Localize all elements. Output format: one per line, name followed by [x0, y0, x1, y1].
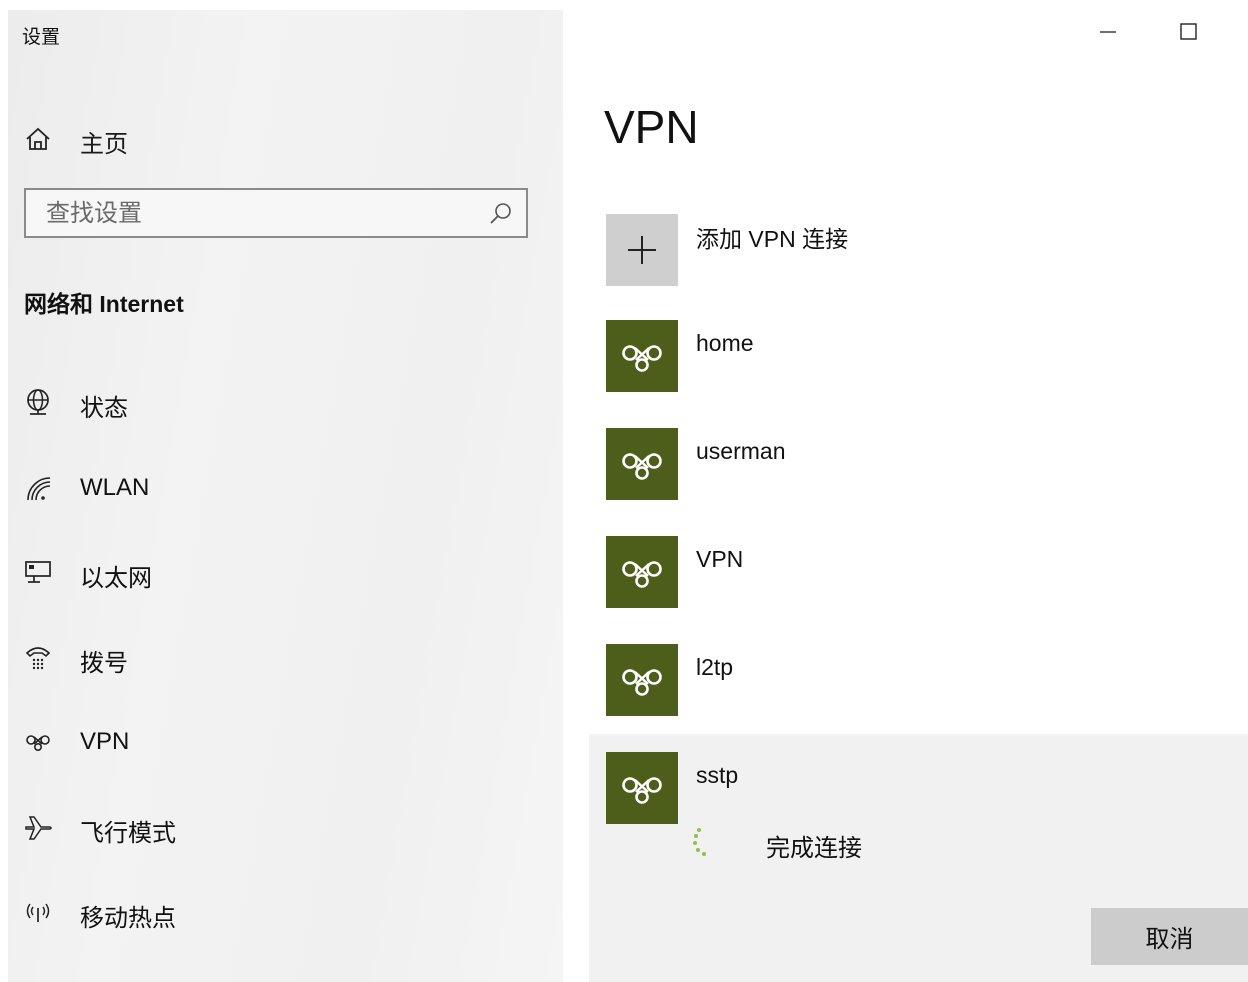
globe-icon: [27, 389, 49, 415]
status-text: 完成连接: [766, 835, 862, 862]
home-icon: [26, 127, 50, 150]
settings-sidebar: 设置 主页 网络和 Internet 状态: [8, 10, 563, 982]
vpn-tile: [606, 320, 678, 392]
vpn-tile: [606, 536, 678, 608]
plus-icon: [628, 236, 656, 264]
vpn-connection-item[interactable]: home: [606, 320, 1246, 392]
vpn-tile: [606, 752, 678, 824]
sidebar-item-airplane[interactable]: 飞行模式: [8, 797, 563, 857]
search-box[interactable]: [24, 188, 528, 238]
connection-name: l2tp: [696, 654, 734, 680]
connection-name: home: [696, 330, 754, 356]
vpn-icon: [622, 345, 662, 372]
vpn-connection-item[interactable]: VPN: [606, 536, 1246, 608]
connection-name: userman: [696, 438, 786, 464]
add-vpn-label: 添加 VPN 连接: [696, 226, 849, 252]
vpn-connection-item[interactable]: userman: [606, 428, 1246, 500]
maximize-button[interactable]: [1165, 14, 1211, 50]
sidebar-item-home[interactable]: 主页: [8, 114, 563, 162]
vpn-connection-item-selected[interactable]: sstp: [606, 752, 1246, 824]
sidebar-item-label: 飞行模式: [80, 820, 176, 847]
page-title: VPN: [604, 101, 699, 153]
search-input[interactable]: [44, 198, 468, 230]
sidebar-item-status[interactable]: 状态: [8, 372, 563, 432]
hotspot-icon: [26, 903, 50, 922]
sidebar-item-label: 以太网: [80, 565, 152, 592]
vpn-icon: [622, 453, 662, 480]
sidebar-item-label: 主页: [80, 131, 128, 158]
sidebar-item-ethernet[interactable]: 以太网: [8, 542, 563, 602]
sidebar-item-hotspot[interactable]: 移动热点: [8, 882, 563, 942]
section-title: 网络和 Internet: [24, 291, 184, 317]
loading-spinner-icon: [693, 828, 706, 856]
dialup-icon: [25, 647, 51, 670]
airplane-icon: [25, 816, 52, 840]
ethernet-icon: [25, 561, 51, 583]
vpn-tile: [606, 644, 678, 716]
cancel-button[interactable]: 取消: [1091, 908, 1248, 965]
wifi-icon: [27, 477, 51, 501]
add-vpn-connection-button[interactable]: 添加 VPN 连接: [606, 214, 1246, 286]
vpn-icon: [26, 735, 50, 751]
vpn-icon: [622, 561, 662, 588]
sidebar-item-vpn[interactable]: VPN: [8, 712, 563, 772]
sidebar-item-wlan[interactable]: WLAN: [8, 458, 563, 518]
vpn-tile: [606, 428, 678, 500]
connection-name: VPN: [696, 546, 744, 572]
vpn-connection-item[interactable]: l2tp: [606, 644, 1246, 716]
connection-name: sstp: [696, 762, 739, 788]
sidebar-item-label: 移动热点: [80, 905, 176, 932]
vpn-icon: [622, 669, 662, 696]
add-tile: [606, 214, 678, 286]
minimize-button[interactable]: [1085, 14, 1131, 50]
sidebar-item-label: WLAN: [80, 474, 150, 501]
sidebar-item-dialup[interactable]: 拨号: [8, 627, 563, 687]
sidebar-item-label: VPN: [80, 728, 130, 755]
sidebar-item-label: 拨号: [80, 650, 128, 677]
app-title: 设置: [22, 27, 61, 48]
vpn-icon: [622, 777, 662, 804]
search-icon[interactable]: [488, 201, 514, 227]
sidebar-item-label: 状态: [80, 395, 128, 422]
